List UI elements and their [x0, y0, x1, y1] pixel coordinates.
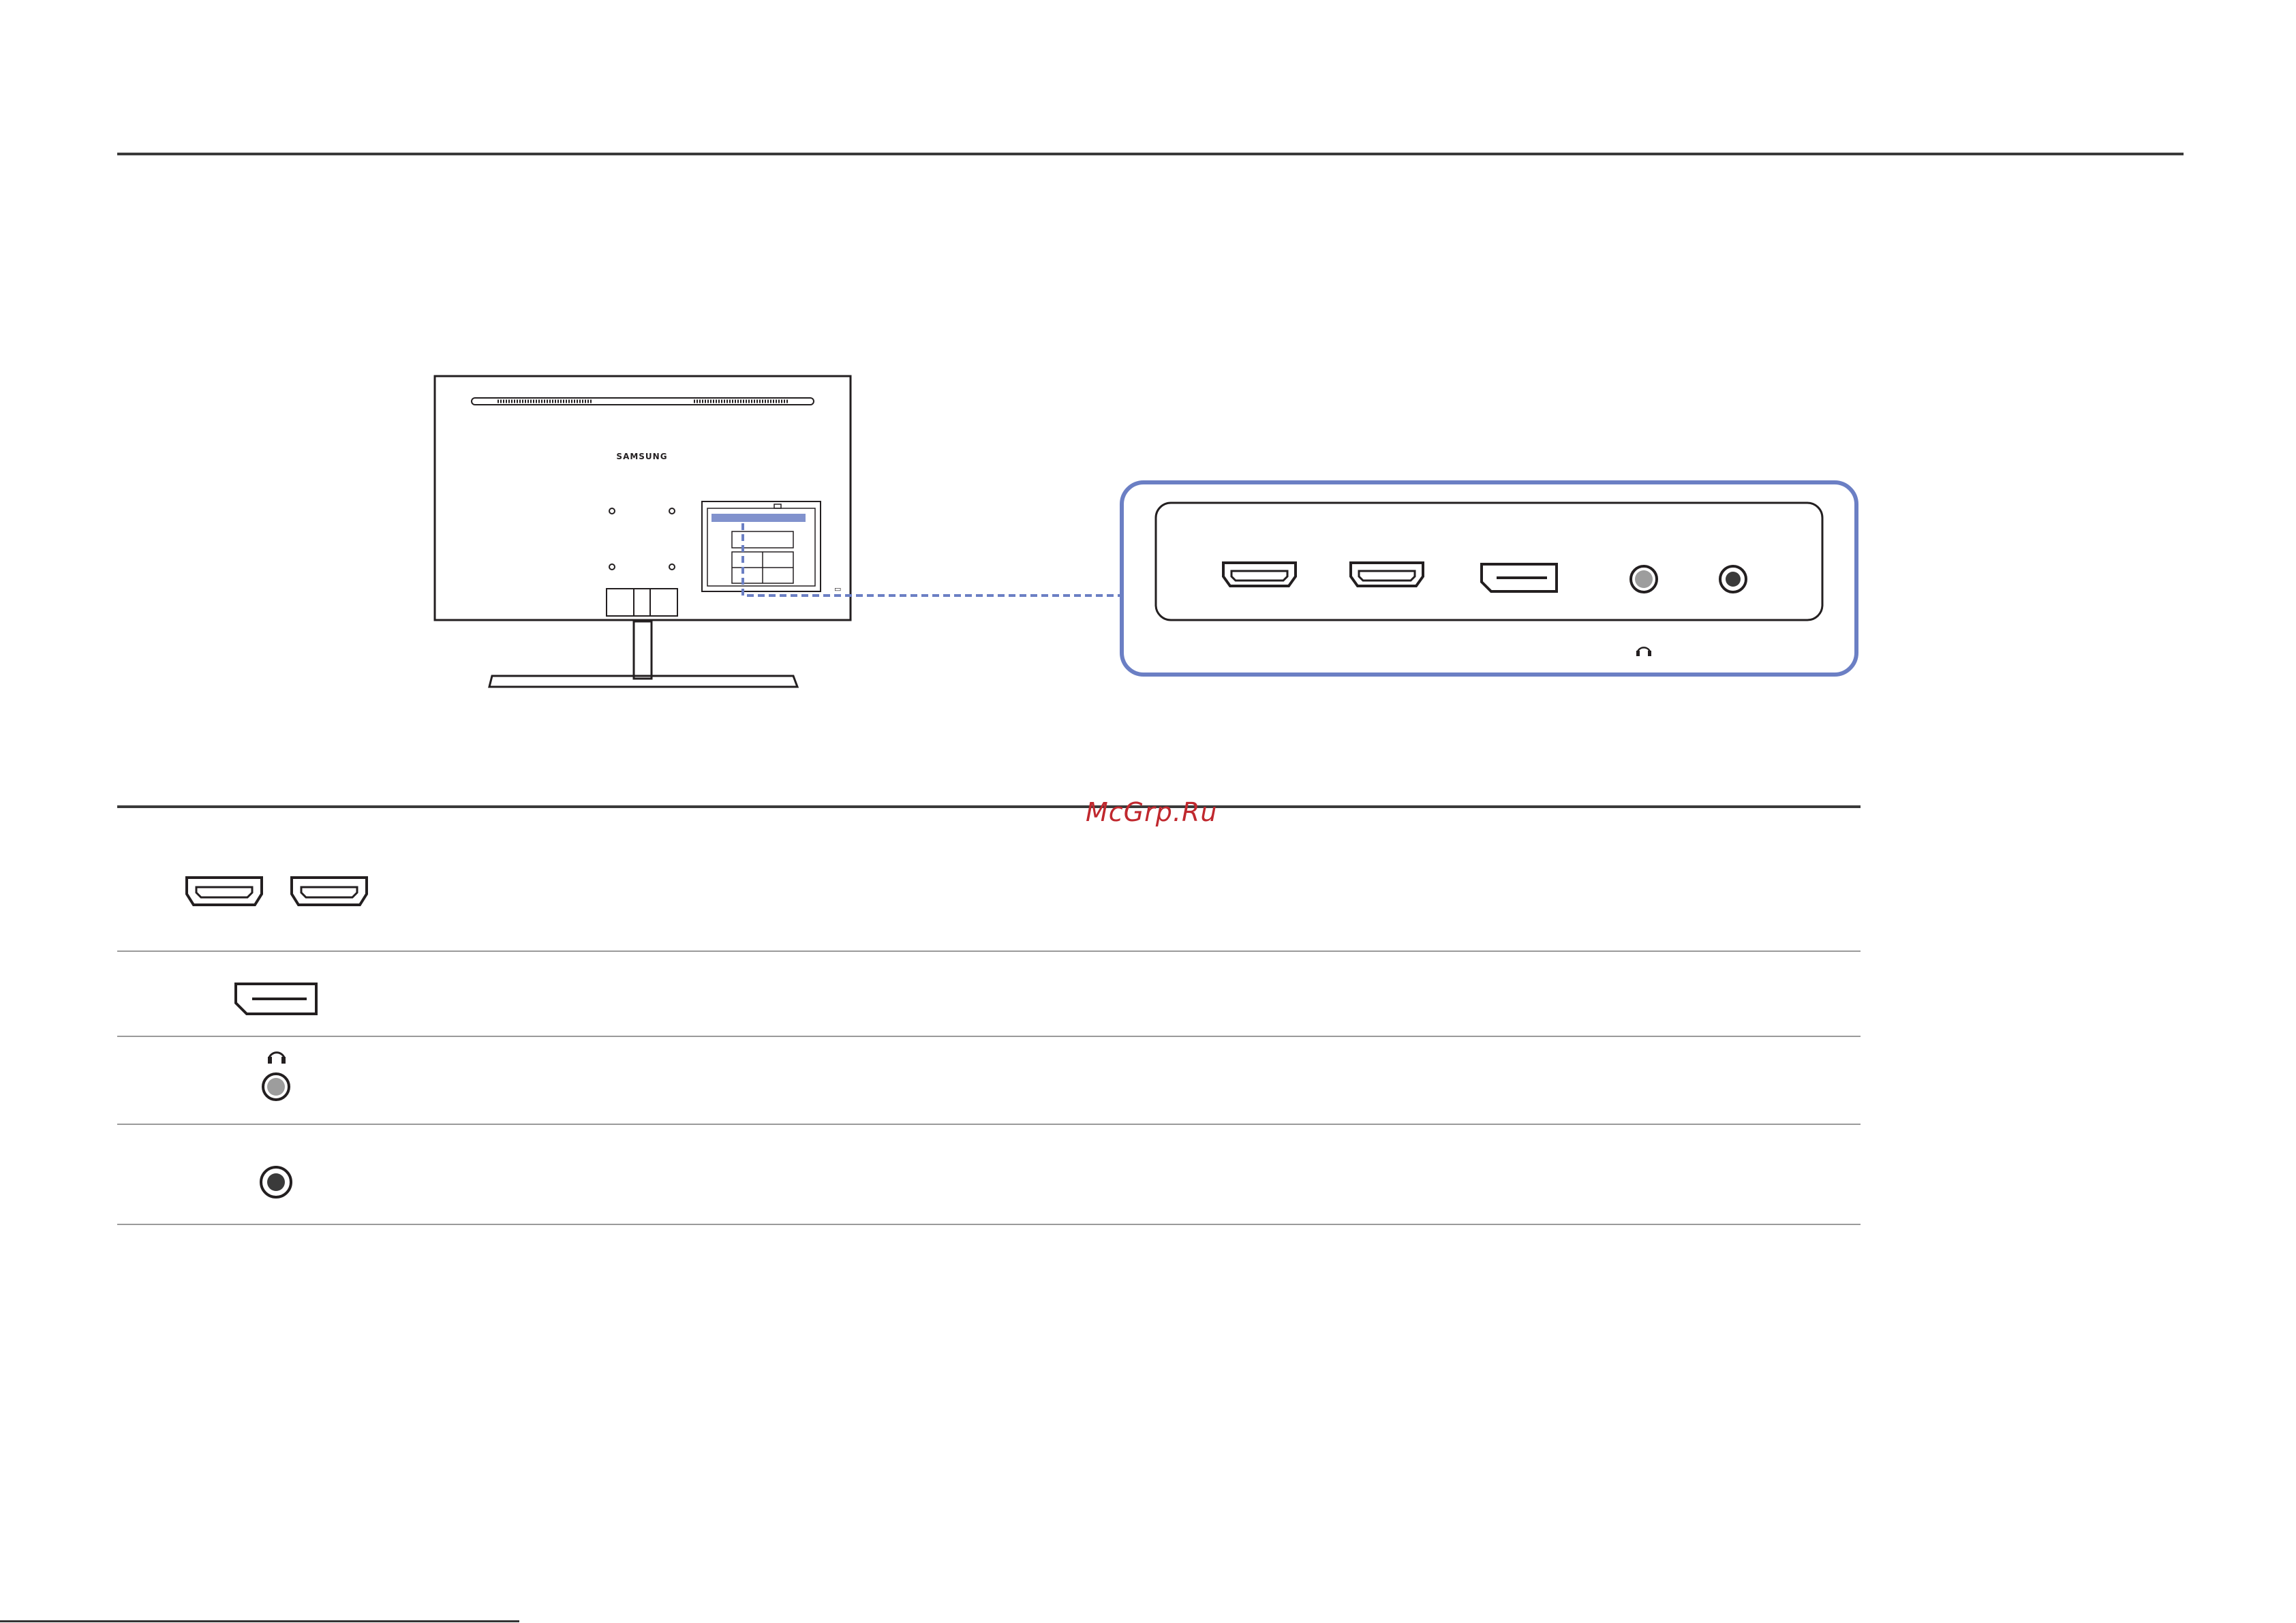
table-row — [185, 876, 368, 906]
hdmi-port-icon — [185, 876, 263, 906]
port-table-icons — [185, 876, 368, 1199]
table-row — [262, 1051, 290, 1101]
headphone-icon — [268, 1051, 286, 1064]
hdmi-port-icon — [290, 876, 368, 906]
audio-in-jack-icon — [260, 1166, 292, 1199]
headphone-jack-icon — [262, 1072, 290, 1101]
table-row — [234, 983, 318, 1015]
table-row — [260, 1166, 292, 1199]
footer-rule — [0, 1620, 519, 1622]
displayport-icon — [234, 983, 318, 1015]
